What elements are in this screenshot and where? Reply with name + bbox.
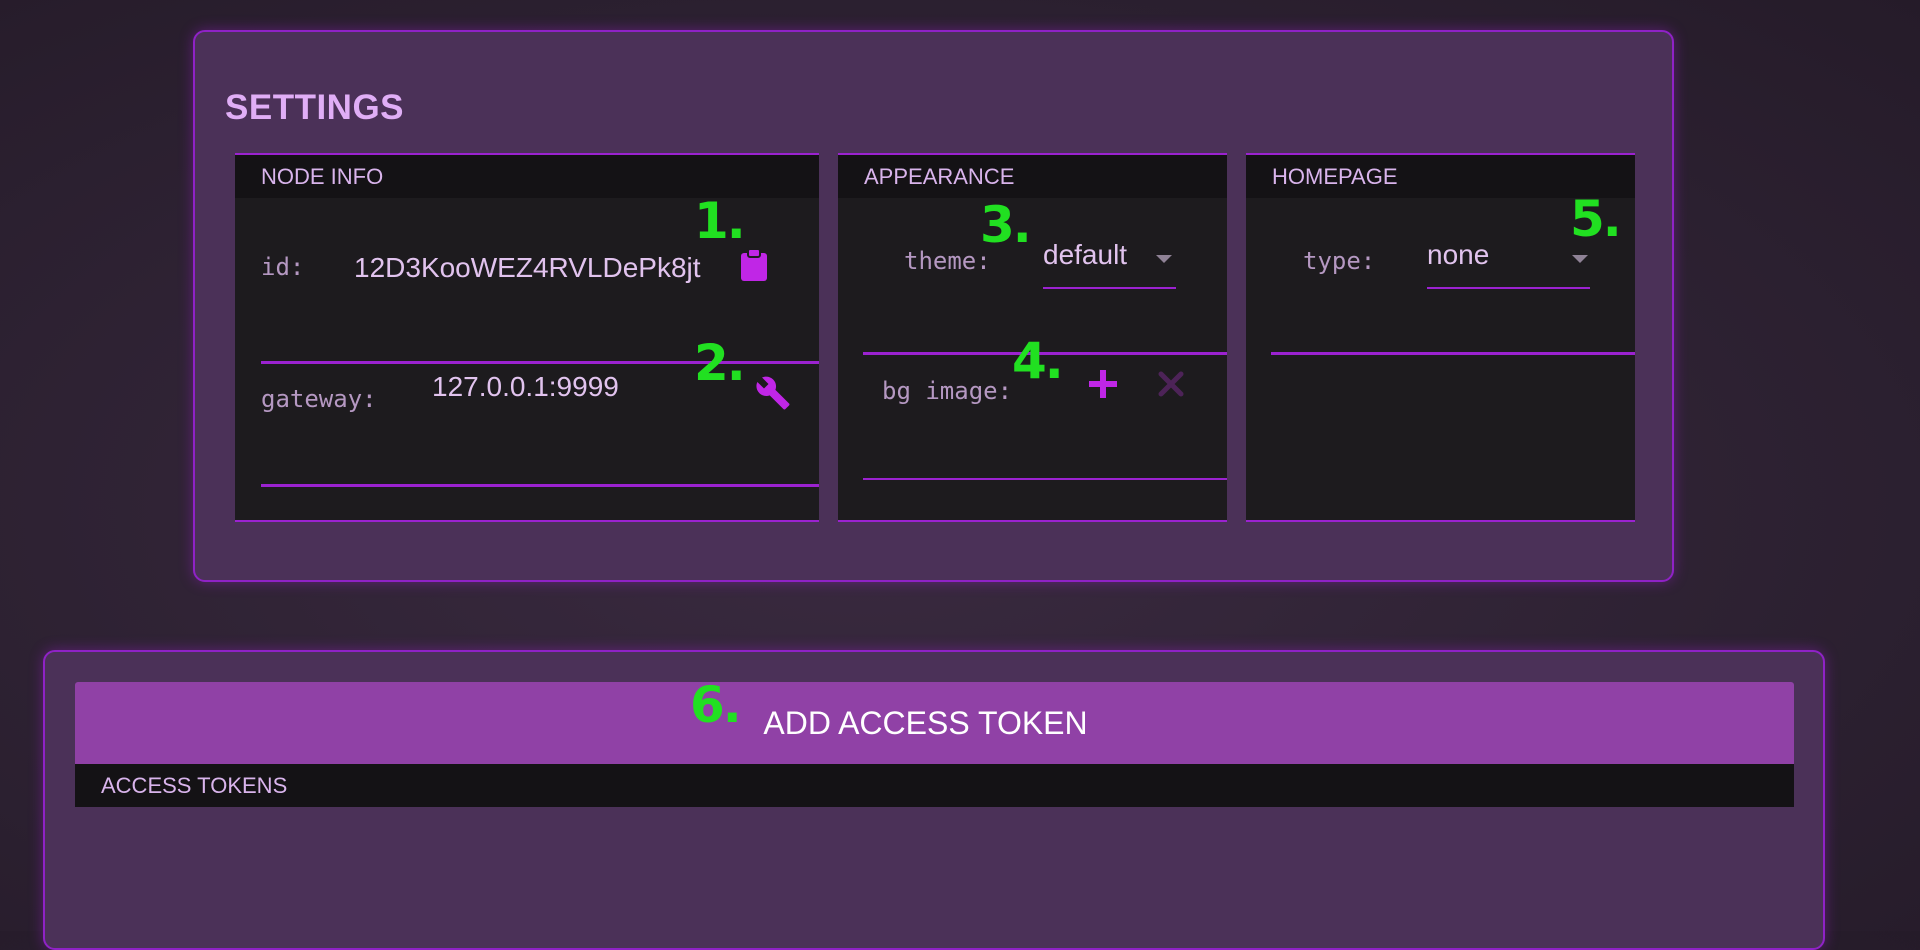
clipboard-icon[interactable]: [740, 248, 768, 287]
type-label: type:: [1303, 247, 1376, 275]
bg-image-label: bg image:: [882, 377, 1013, 405]
access-tokens-header: ACCESS TOKENS: [75, 764, 1794, 807]
annotation-marker-1: 1.: [694, 192, 746, 250]
homepage-type-select[interactable]: none: [1427, 235, 1590, 275]
plus-icon[interactable]: [1087, 368, 1119, 405]
annotation-marker-4: 4.: [1012, 332, 1064, 390]
annotation-marker-6: 6.: [690, 676, 742, 734]
settings-panel: SETTINGS NODE INFO id: 12D3KooWEZ4RVLDeP…: [193, 30, 1674, 582]
homepage-type-selected-value: none: [1427, 239, 1490, 270]
annotation-marker-3: 3.: [980, 196, 1032, 254]
theme-label: theme:: [904, 247, 991, 275]
gateway-label: gateway:: [261, 385, 377, 413]
gateway-value: 127.0.0.1:9999: [432, 371, 619, 402]
chevron-down-icon: [1156, 255, 1172, 263]
close-icon[interactable]: [1157, 370, 1185, 403]
node-id-value[interactable]: 12D3KooWEZ4RVLDePk8jt: [354, 252, 701, 284]
add-access-token-button[interactable]: ADD ACCESS TOKEN: [75, 682, 1794, 764]
bg-image-row-divider: [863, 478, 1227, 480]
annotation-marker-5: 5.: [1570, 190, 1622, 248]
gateway-row-divider: [261, 484, 819, 487]
wrench-icon[interactable]: [755, 375, 791, 416]
appearance-header: APPEARANCE: [838, 155, 1227, 198]
id-label: id:: [261, 253, 305, 281]
theme-selected-value: default: [1043, 239, 1128, 270]
theme-select-underline: [1043, 287, 1176, 289]
settings-title: SETTINGS: [225, 88, 405, 127]
chevron-down-icon: [1572, 255, 1588, 263]
theme-select[interactable]: default: [1043, 235, 1176, 275]
homepage-type-underline: [1427, 287, 1590, 289]
homepage-row-divider: [1271, 352, 1635, 355]
annotation-marker-2: 2.: [694, 334, 746, 392]
access-tokens-panel: ADD ACCESS TOKEN ACCESS TOKENS: [43, 650, 1825, 950]
